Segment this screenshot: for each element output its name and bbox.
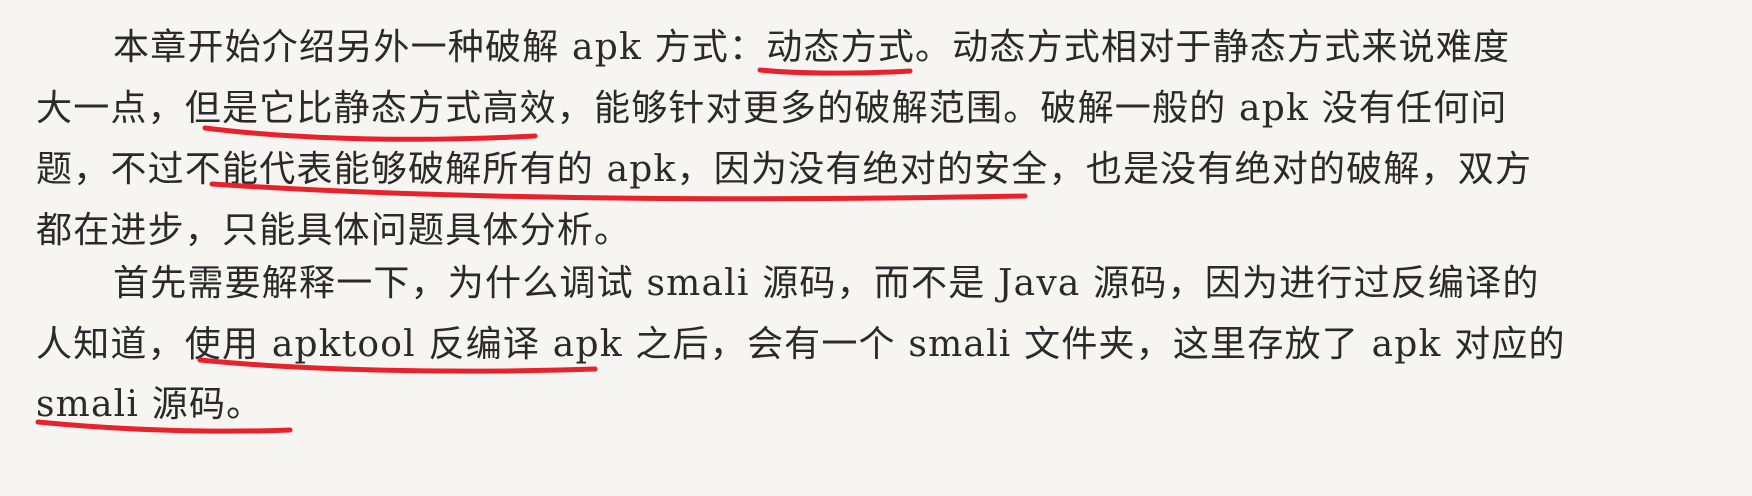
paragraph-1-line-2: 大一点，但是它比静态方式高效，能够针对更多的破解范围。破解一般的 apk 没有任… xyxy=(36,88,1508,129)
paragraph-1-line-1: 本章开始介绍另外一种破解 apk 方式：动态方式。动态方式相对于静态方式来说难度 xyxy=(113,27,1511,68)
paragraph-1-line-3: 题，不过不能代表能够破解所有的 apk，因为没有绝对的安全，也是没有绝对的破解，… xyxy=(36,149,1533,190)
paragraph-1-line-4: 都在进步，只能具体问题具体分析。 xyxy=(36,210,632,251)
paragraph-2-line-2: 人知道，使用 apktool 反编译 apk 之后，会有一个 smali 文件夹… xyxy=(36,324,1566,365)
paragraph-2-line-3: smali 源码。 xyxy=(36,384,264,425)
paragraph-2-line-1: 首先需要解释一下，为什么调试 smali 源码，而不是 Java 源码，因为进行… xyxy=(113,263,1540,304)
document-page: 本章开始介绍另外一种破解 apk 方式：动态方式。动态方式相对于静态方式来说难度… xyxy=(0,0,1752,496)
underline-dynamic-method xyxy=(757,67,913,76)
